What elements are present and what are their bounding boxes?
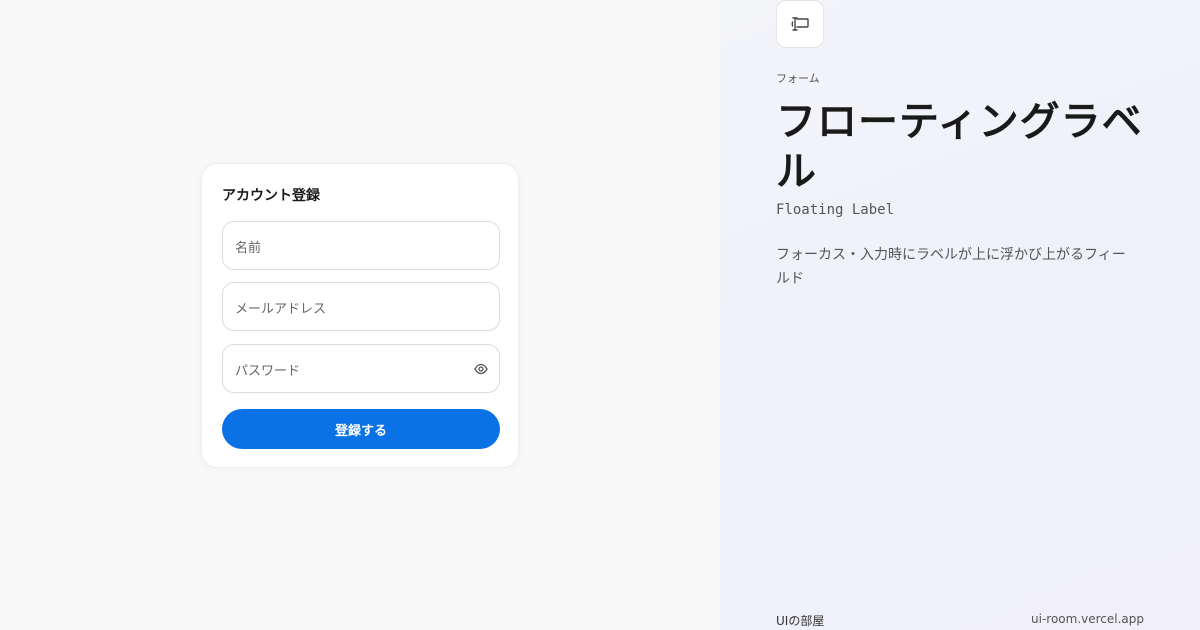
name-label: 名前 — [235, 241, 262, 256]
eye-icon[interactable] — [474, 361, 488, 375]
brand-name: UIの部屋 — [776, 614, 825, 628]
password-label: パスワード — [235, 364, 301, 379]
description: フォーカス・入力時にラベルが上に浮かび上がるフィールド — [776, 247, 1126, 287]
registration-card: アカウント登録 名前 メールアドレス パスワード 登録する — [201, 163, 519, 468]
site-url: ui-room.vercel.app — [1031, 612, 1144, 626]
form-title: アカウント登録 — [222, 188, 320, 204]
email-label: メールアドレス — [235, 302, 327, 317]
english-subtitle: Floating Label — [776, 202, 895, 218]
email-field[interactable]: メールアドレス — [222, 282, 500, 331]
submit-button[interactable]: 登録する — [222, 409, 500, 449]
password-field[interactable]: パスワード — [222, 344, 500, 393]
demo-area: アカウント登録 名前 メールアドレス パスワード 登録する — [0, 0, 720, 630]
info-panel: フォーム フローティングラベル Floating Label フォーカス・入力時… — [720, 0, 1200, 630]
category-label: フォーム — [776, 72, 820, 85]
label-icon — [776, 0, 824, 48]
name-field[interactable]: 名前 — [222, 221, 500, 270]
page-title: フローティングラベル — [776, 99, 1143, 195]
